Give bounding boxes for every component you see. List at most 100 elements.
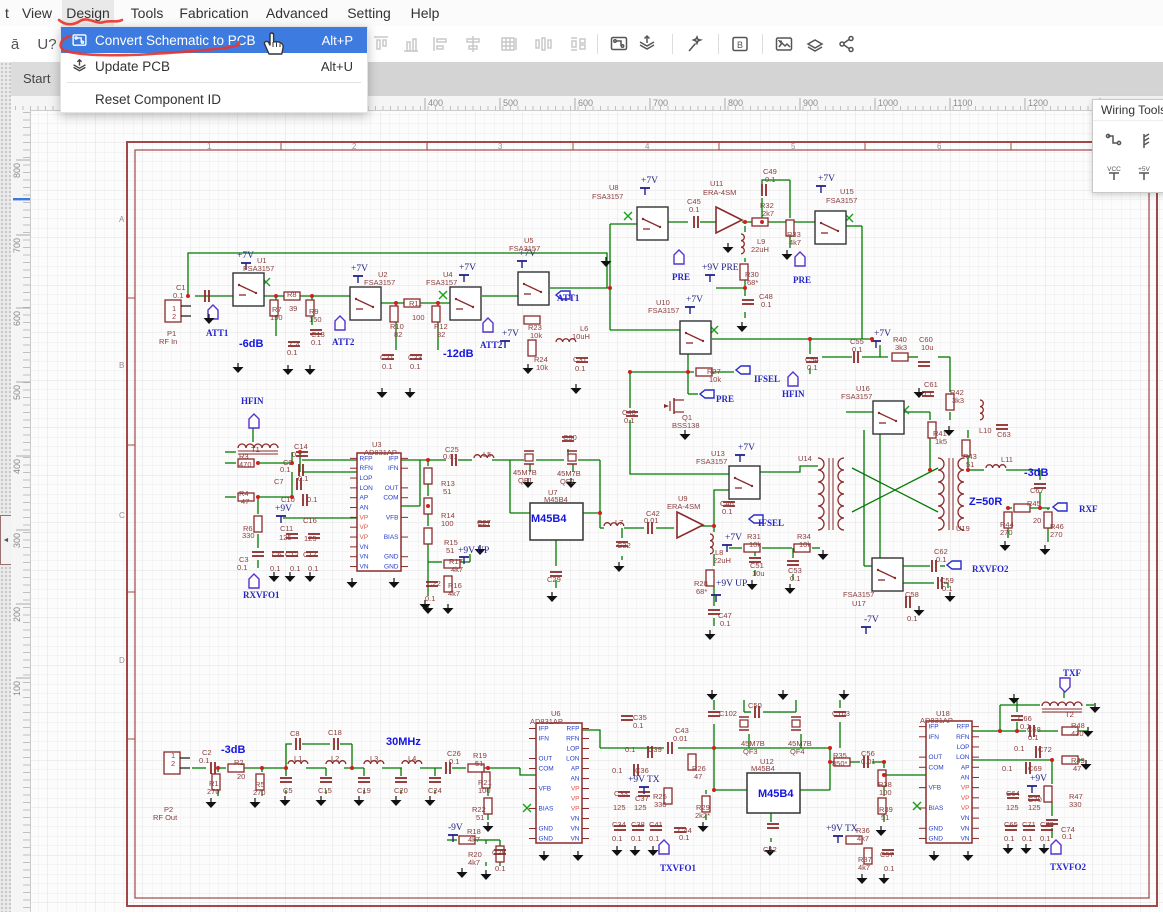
schematic-label[interactable]: U19 xyxy=(956,524,970,533)
schematic-label[interactable]: 330 xyxy=(242,531,255,540)
schematic-label[interactable]: RXVFO1 xyxy=(243,590,280,600)
schematic-label[interactable]: 0.1 xyxy=(1028,733,1038,742)
schematic-label[interactable]: C7 xyxy=(274,477,284,486)
schematic-label[interactable]: 4k7 xyxy=(451,565,463,574)
schematic-label[interactable]: C102 xyxy=(719,709,737,718)
schematic-label[interactable]: 0.1 xyxy=(679,833,689,842)
schematic-label[interactable]: 0.1 xyxy=(425,594,435,603)
schematic-label[interactable]: FSA3157 xyxy=(426,278,457,287)
schematic-label[interactable]: 100 xyxy=(441,519,454,528)
schematic-label[interactable]: AD831AP xyxy=(920,716,953,725)
ic-ad831ap[interactable]: IFPIFNOUTCOMVFBBIASGNDGNDRFPRFNLOPLONAPA… xyxy=(529,723,589,843)
schematic-label[interactable]: 82 xyxy=(394,330,402,339)
schematic-label[interactable]: 0.1 xyxy=(649,834,659,843)
schematic-label[interactable]: 51 xyxy=(881,813,889,822)
schematic-label[interactable]: PRE xyxy=(793,275,811,285)
schematic-label[interactable]: 0.1 xyxy=(1004,834,1014,843)
schematic-label[interactable]: 0.1 xyxy=(280,465,290,474)
schematic-label[interactable]: FSA3157 xyxy=(826,196,857,205)
analog-switch-fsa3157[interactable] xyxy=(518,272,549,305)
schematic-label[interactable]: -9V xyxy=(448,823,463,833)
schematic-label[interactable]: L4 xyxy=(408,754,416,763)
schematic-label[interactable]: C103 xyxy=(832,709,850,718)
schematic-label[interactable]: -6dB xyxy=(239,338,264,350)
schematic-label[interactable]: 0.1 xyxy=(270,564,280,573)
schematic-label[interactable]: IFSEL xyxy=(758,518,784,528)
schematic-label[interactable]: 0.1 xyxy=(722,507,732,516)
schematic-label[interactable]: FSA3157 xyxy=(648,306,679,315)
schematic-label[interactable]: C20 xyxy=(394,786,408,795)
schematic-label[interactable]: AD831AP xyxy=(364,448,397,457)
schematic-label[interactable]: 125 xyxy=(1006,803,1019,812)
analog-switch-fsa3157[interactable] xyxy=(872,558,903,591)
schematic-label[interactable]: 0.1 xyxy=(790,574,800,583)
schematic-label[interactable]: 10k xyxy=(749,540,761,549)
schematic-label[interactable]: M45B4 xyxy=(531,513,567,525)
schematic-label[interactable]: 0.1 xyxy=(298,474,308,483)
schematic-label[interactable]: +9V TX xyxy=(628,775,660,785)
schematic-label[interactable]: QF2 xyxy=(560,477,575,486)
schematic-label[interactable]: 0.1 xyxy=(1040,834,1050,843)
schematic-label[interactable]: 2k2* xyxy=(695,811,710,820)
schematic-label[interactable]: L7 xyxy=(615,518,623,527)
v5-flag-icon[interactable]: +5V xyxy=(1129,157,1159,189)
schematic-label[interactable]: FSA3157 xyxy=(592,192,623,201)
schematic-label[interactable]: U11 xyxy=(710,179,723,188)
schematic-label[interactable]: +7V xyxy=(641,176,658,186)
schematic-label[interactable]: L5 xyxy=(483,450,491,459)
analog-switch-fsa3157[interactable] xyxy=(873,401,904,434)
schematic-label[interactable]: 0.1 xyxy=(287,348,297,357)
schematic-label[interactable]: 47 xyxy=(694,772,702,781)
schematic-label[interactable]: FSA3157 xyxy=(364,278,395,287)
schematic-drawing[interactable]: 123456ABCDRFPRFNLOPLONAPANVPVPVPVNVNVNIF… xyxy=(30,110,1163,912)
wire-tool-icon[interactable] xyxy=(1099,125,1129,157)
schematic-label[interactable]: -7V xyxy=(864,615,879,625)
schematic-label[interactable]: C30 xyxy=(563,433,577,442)
schematic-label[interactable]: C17 xyxy=(303,550,317,559)
schematic-label[interactable]: L2 xyxy=(331,754,339,763)
schematic-label[interactable]: +7V xyxy=(237,251,254,261)
schematic-label[interactable]: 20 xyxy=(237,772,245,781)
schematic-label[interactable]: C37 xyxy=(635,794,649,803)
schematic-label[interactable]: -12dB xyxy=(443,348,474,360)
schematic-label[interactable]: C65 xyxy=(1004,820,1018,829)
schematic-label[interactable]: C34 xyxy=(612,820,626,829)
schematic-label[interactable]: U17 xyxy=(852,599,866,608)
schematic-label[interactable]: ERA-4SM xyxy=(667,502,700,511)
schematic-label[interactable]: -3dB xyxy=(221,744,246,756)
schematic-label[interactable]: ATT2 xyxy=(480,340,503,350)
share-icon[interactable] xyxy=(834,31,860,57)
schematic-label[interactable]: HFIN xyxy=(782,389,805,399)
schematic-label[interactable]: C27 xyxy=(477,518,491,527)
schematic-label[interactable]: RXF xyxy=(1079,504,1098,514)
schematic-label[interactable]: C71 xyxy=(1022,820,1036,829)
schematic-label[interactable]: 0.1 xyxy=(625,745,635,754)
schematic-label[interactable]: 0.1 xyxy=(612,834,622,843)
schematic-label[interactable]: 0.1 xyxy=(308,564,318,573)
schematic-label[interactable]: C11 xyxy=(280,524,293,533)
schematic-label[interactable]: C10 xyxy=(281,495,295,504)
schematic-label[interactable]: 0.1 xyxy=(689,205,699,214)
schematic-label[interactable]: 4k7 xyxy=(858,863,870,872)
schematic-label[interactable]: C22 xyxy=(427,579,441,588)
schematic-label[interactable]: 0.01 xyxy=(861,757,876,766)
schematic-label[interactable]: 0.1 xyxy=(612,766,622,775)
schematic-label[interactable]: +9V TX xyxy=(826,824,858,834)
schematic-label[interactable]: L1 xyxy=(294,754,302,763)
schematic-label[interactable]: AD831AP xyxy=(530,717,563,726)
schematic-label[interactable]: 0.1 xyxy=(449,757,459,766)
schematic-label[interactable]: 150 xyxy=(270,313,283,322)
schematic-label[interactable]: 4k7 xyxy=(789,238,801,247)
schematic-label[interactable]: C38 xyxy=(631,820,645,829)
schematic-label[interactable]: +7V xyxy=(818,174,835,184)
schematic-label[interactable]: 150 xyxy=(309,315,322,324)
schematic-label[interactable]: Z=50R xyxy=(969,496,1002,508)
schematic-label[interactable]: 20 xyxy=(1033,516,1041,525)
schematic-label[interactable]: 0.1 xyxy=(631,834,641,843)
schematic-label[interactable]: C31 xyxy=(573,355,587,364)
schematic-label[interactable]: 125 xyxy=(1028,803,1041,812)
schematic-label[interactable]: R2 xyxy=(234,758,244,767)
schematic-label[interactable]: +7V xyxy=(686,295,703,305)
menu-t[interactable]: t xyxy=(0,0,14,26)
schematic-label[interactable]: 2k7 xyxy=(762,209,774,218)
